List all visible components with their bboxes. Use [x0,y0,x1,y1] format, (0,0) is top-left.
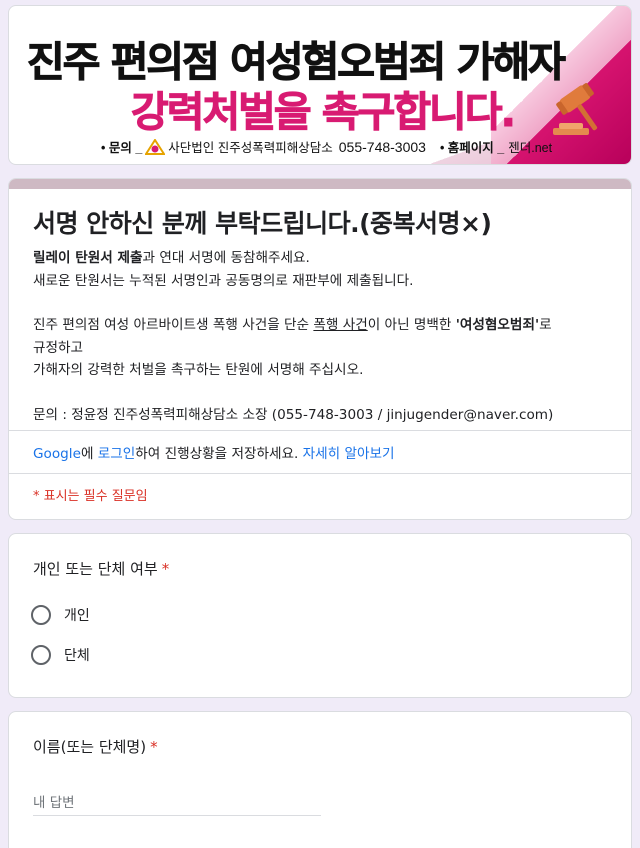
desc-line-4: 규정하고 [33,339,84,356]
question-title-text: 이름(또는 단체명) [33,738,147,756]
radio-button[interactable] [31,645,51,665]
homepage-prefix: • 홈페이지 _ [439,141,505,155]
question-card-name: 이름(또는 단체명) * [8,711,632,848]
required-asterisk: * [161,560,170,578]
desc-text: 이 아닌 명백한 [367,317,456,333]
signin-text: 에 [80,446,98,462]
divider [9,473,631,474]
required-asterisk: * [150,738,158,756]
divider [9,430,631,431]
card-top-stripe [9,179,631,189]
radio-button[interactable] [31,605,51,625]
required-note: * 표시는 필수 질문임 [33,489,148,504]
org-phone: 055-748-3003 [338,138,426,155]
desc-text: 과 연대 서명에 동참해주세요. [142,250,310,266]
desc-line-3: 진주 편의점 여성 아르바이트생 폭행 사건을 단순 폭행 사건이 아닌 명백한… [33,314,623,337]
login-link[interactable]: 로그인 [98,446,136,462]
desc-text: 로 [539,317,552,333]
name-answer-input[interactable] [33,790,321,816]
question-title: 이름(또는 단체명) * [33,736,158,757]
desc-line-1: 릴레이 탄원서 제출과 연대 서명에 동참해주세요. [33,247,623,270]
form-header-card: 서명 안하신 분께 부탁드립니다.(중복서명×) 릴레이 탄원서 제출과 연대 … [8,178,632,520]
desc-line-5: 가해자의 강력한 처벌을 촉구하는 탄원에 서명해 주십시오. [33,362,364,378]
homepage-url: 젠더.net [508,141,553,155]
header-banner: 진주 편의점 여성혐오범죄 가해자 강력처벌을 촉구합니다. • 문의 _ 사단… [8,5,632,165]
desc-bold-relay: 릴레이 탄원서 제출 [33,250,143,266]
banner-contact-line: • 문의 _ 사단법인 진주성폭력피해상담소 055-748-3003 • 홈페… [101,137,552,156]
radio-option-group[interactable]: 단체 [31,645,90,665]
radio-option-label: 개인 [64,608,90,624]
signin-text: 하여 진행상황을 저장하세요. [135,446,303,462]
org-logo-icon [145,138,166,155]
desc-text: 진주 편의점 여성 아르바이트생 폭행 사건을 단순 [33,317,314,333]
desc-underline: 폭행 사건 [313,317,368,333]
question-title-text: 개인 또는 단체 여부 [33,560,158,578]
google-link[interactable]: Google [33,446,81,462]
banner-subheadline: 강력처벌을 촉구합니다. [130,88,516,137]
signin-notice: Google에 로그인하여 진행상황을 저장하세요. 자세히 알아보기 [33,442,395,462]
desc-line-2: 새로운 탄원서는 누적된 서명인과 공동명의로 재판부에 제출됩니다. [33,272,414,289]
radio-option-label: 단체 [64,648,90,664]
gavel-icon [553,83,598,135]
desc-contact-line: 문의 : 정윤정 진주성폭력피해상담소 소장 (055-748-3003 / j… [33,406,554,423]
question-card-type: 개인 또는 단체 여부 * 개인 단체 [8,533,632,698]
form-title: 서명 안하신 분께 부탁드립니다.(중복서명×) [33,209,492,238]
learn-more-link[interactable]: 자세히 알아보기 [303,446,395,462]
org-name: 사단법인 진주성폭력피해상담소 [168,141,333,155]
desc-bold-crime: '여성혐오범죄' [455,317,540,333]
radio-option-individual[interactable]: 개인 [31,605,90,625]
question-title: 개인 또는 단체 여부 * [33,558,169,579]
contact-prefix: • 문의 _ [101,141,143,155]
form-description: 릴레이 탄원서 제출과 연대 서명에 동참해주세요. 새로운 탄원서는 누적된 … [33,247,623,426]
